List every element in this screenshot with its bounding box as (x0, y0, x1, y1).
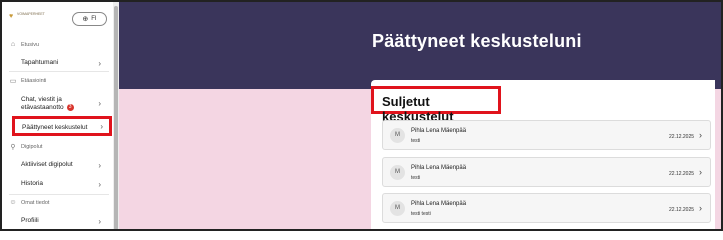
chat-label-line1: Chat, viestit ja (21, 96, 62, 103)
logo-text: VOIMAPERHEET (17, 12, 45, 16)
avatar: M (390, 165, 405, 180)
chat-bubble-icon: ▭ (9, 78, 17, 85)
conversation-item[interactable]: M Pihla Lena Mäenpää testi testi 22.12.2… (382, 193, 711, 223)
sidebar-item-home[interactable]: ⌂ Etusivu (9, 41, 39, 48)
conversation-subject: testi testi (411, 211, 431, 217)
conversation-item[interactable]: M Pihla Lena Mäenpää testi 22.12.2025 › (382, 120, 711, 150)
card-title-highlight: Suljetut keskustelut (371, 86, 501, 124)
conversation-name: Pihla Lena Mäenpää (411, 128, 467, 134)
events-label: Tapahtumani (21, 59, 59, 66)
logo-icon: ♥ (9, 13, 14, 20)
conversation-name: Pihla Lena Mäenpää (411, 201, 467, 207)
digipaths-label: Digipolut (21, 144, 43, 150)
home-label: Etusivu (21, 41, 40, 48)
home-icon: ⌂ (10, 41, 16, 48)
main-content: Päättyneet keskusteluni Suljetut keskust… (119, 2, 721, 229)
conversation-subject: testi (411, 138, 421, 144)
chevron-right-icon: › (699, 167, 702, 177)
history-label: Historia (21, 180, 44, 187)
conversation-item[interactable]: M Pihla Lena Mäenpää testi 22.12.2025 › (382, 157, 711, 187)
sidebar-item-ended-conversations[interactable]: Päättyneet keskustelut › (12, 116, 112, 136)
language-selector[interactable]: ⊕ FI (72, 12, 107, 26)
unread-badge: 3 (66, 104, 74, 111)
chevron-right-icon: › (98, 217, 101, 226)
chevron-right-icon: › (98, 59, 101, 68)
sidebar: ♥ VOIMAPERHEET ⊕ FI ⌂ Etusivu Tapahtuman… (2, 2, 119, 229)
divider (9, 71, 109, 72)
conversation-date: 22.12.2025 (669, 207, 695, 213)
chevron-right-icon: › (98, 180, 101, 189)
sidebar-item-history[interactable]: Historia › (21, 180, 103, 189)
profile-label: Profiili (21, 217, 39, 224)
own-info-label: Omat tiedot (21, 199, 50, 206)
sidebar-item-active-paths[interactable]: Aktiiviset digipolut › (21, 161, 103, 170)
user-icon: ☺ (9, 199, 17, 206)
section-digipaths: ⚲ Digipolut (9, 143, 42, 151)
ended-label: Päättyneet keskustelut (22, 124, 88, 131)
sidebar-item-profile[interactable]: Profiili › (21, 217, 103, 226)
conversation-date: 22.12.2025 (669, 134, 695, 140)
language-label: FI (91, 16, 97, 22)
avatar: M (390, 201, 405, 216)
divider (9, 194, 109, 195)
app-window: ♥ VOIMAPERHEET ⊕ FI ⌂ Etusivu Tapahtuman… (0, 0, 723, 231)
globe-icon: ⊕ (82, 16, 89, 23)
avatar: M (390, 128, 405, 143)
brand-logo[interactable]: ♥ VOIMAPERHEET (9, 12, 45, 22)
chat-label-line2: etävastaanotto (21, 104, 64, 112)
active-paths-label: Aktiiviset digipolut (21, 161, 73, 168)
chevron-right-icon: › (98, 99, 101, 108)
section-scheduling: ▭ Etäasiointi (9, 77, 47, 85)
page-header: Päättyneet keskusteluni (119, 2, 721, 89)
sidebar-scrollbar-thumb[interactable] (114, 6, 118, 229)
section-own-info: ☺ Omat tiedot (9, 199, 49, 206)
conversation-subject: testi (411, 175, 421, 181)
chevron-right-icon: › (98, 161, 101, 170)
chevron-right-icon: › (100, 122, 103, 131)
page-title: Päättyneet keskusteluni (372, 31, 582, 51)
path-icon: ⚲ (10, 144, 16, 151)
conversation-date: 22.12.2025 (669, 171, 695, 177)
chevron-right-icon: › (699, 203, 702, 213)
conversation-name: Pihla Lena Mäenpää (411, 165, 467, 171)
chevron-right-icon: › (699, 130, 702, 140)
scheduling-label: Etäasiointi (21, 78, 47, 84)
sidebar-item-chat[interactable]: Chat, viestit ja etävastaanotto 3 › (21, 96, 103, 112)
sidebar-item-events[interactable]: Tapahtumani › (21, 59, 103, 68)
